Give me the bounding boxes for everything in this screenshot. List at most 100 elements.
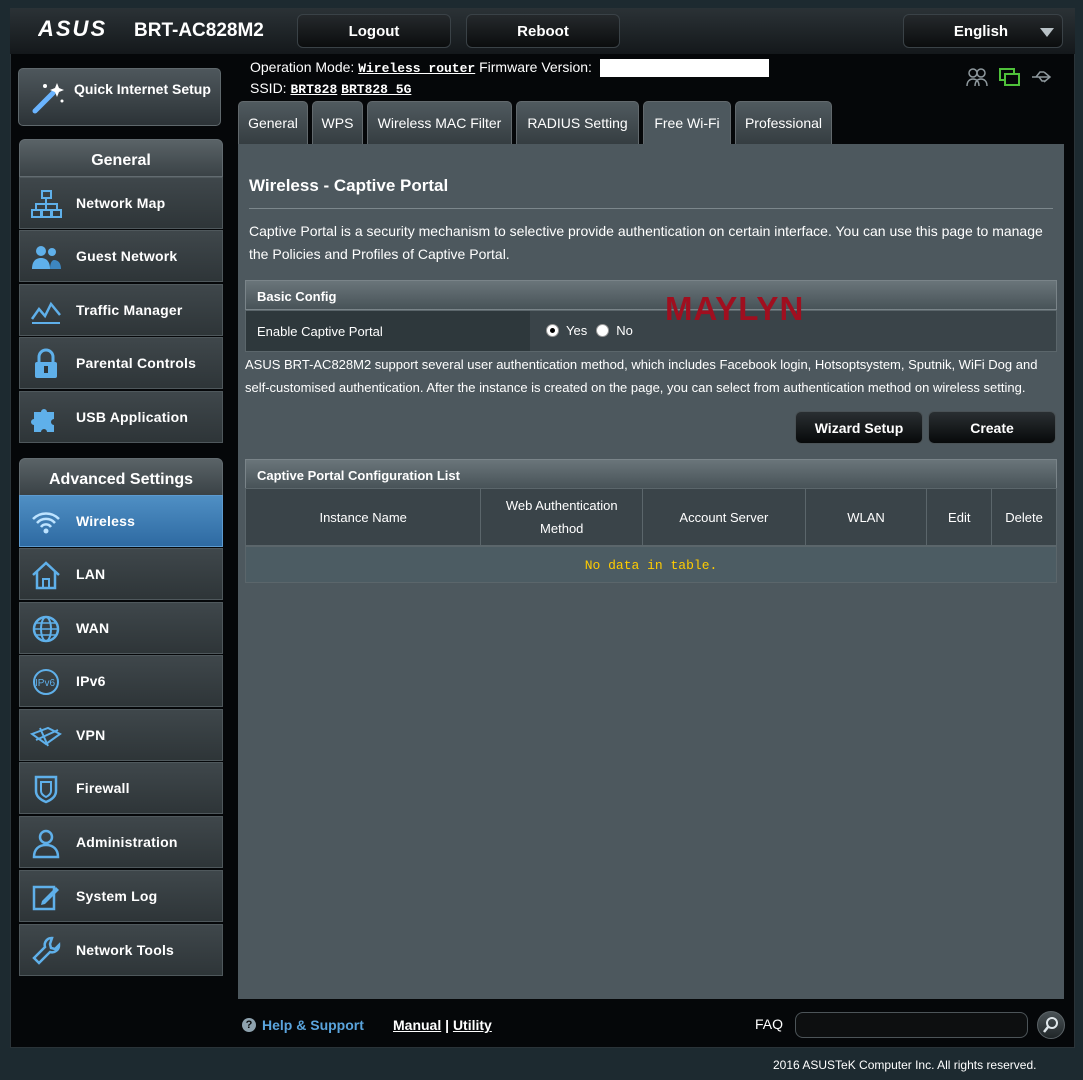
- sidebar-item-system-log[interactable]: System Log: [19, 870, 223, 922]
- enable-captive-portal-radios: Yes No: [546, 323, 633, 338]
- sidebar-item-label: Network Tools: [76, 942, 175, 958]
- column-header: Edit: [927, 489, 993, 545]
- faq-label: FAQ: [755, 1016, 784, 1032]
- tab-general[interactable]: General: [238, 101, 308, 144]
- faq-search-input[interactable]: [795, 1012, 1028, 1038]
- column-header: Account Server: [643, 489, 806, 545]
- tab-professional[interactable]: Professional: [735, 101, 832, 144]
- svg-text:IPv6: IPv6: [35, 678, 55, 689]
- operation-mode-label: Operation Mode:: [250, 59, 355, 75]
- asus-logo: ASUS: [38, 18, 107, 40]
- shield-icon: [34, 775, 58, 804]
- globe-icon: [32, 615, 60, 643]
- log-edit-icon: [32, 885, 59, 911]
- home-icon: [32, 561, 60, 590]
- sidebar-item-administration[interactable]: Administration: [19, 816, 223, 868]
- yes-radio[interactable]: [546, 324, 559, 337]
- authentication-note: ASUS BRT-AC828M2 support several user au…: [245, 357, 1038, 395]
- no-radio[interactable]: [596, 324, 610, 337]
- language-select[interactable]: English: [903, 14, 1063, 48]
- utility-link[interactable]: Utility: [453, 1017, 492, 1033]
- status-icons: [966, 66, 1052, 88]
- vpn-icon: [30, 726, 62, 747]
- help-icon: ?: [242, 1018, 256, 1032]
- traffic-manager-icon: [30, 301, 61, 324]
- network-map-icon: [31, 190, 62, 218]
- quick-internet-setup-label: Quick Internet Setup: [74, 81, 211, 97]
- sidebar-item-ipv6[interactable]: IPv6 IPv6: [19, 655, 223, 707]
- no-radio-label: No: [616, 323, 633, 338]
- tab-wps[interactable]: WPS: [312, 101, 363, 144]
- chevron-down-icon: [1040, 28, 1054, 37]
- column-header: Delete: [1005, 509, 1043, 525]
- basic-config-header: Basic Config: [245, 280, 1057, 310]
- tab-free-wifi[interactable]: Free Wi-Fi: [643, 101, 731, 144]
- title-divider: [249, 208, 1053, 209]
- sidebar-item-usb-application[interactable]: USB Application: [19, 391, 223, 443]
- sidebar-item-vpn[interactable]: VPN: [19, 709, 223, 761]
- configuration-list-header: Captive Portal Configuration List: [245, 459, 1057, 489]
- sidebar-item-lan[interactable]: LAN: [19, 548, 223, 600]
- internet-status-icon[interactable]: [998, 66, 1020, 88]
- configuration-list-columns: Instance Name Web Authentication Method …: [245, 488, 1057, 546]
- sidebar-item-label: IPv6: [76, 673, 106, 689]
- manual-link[interactable]: Manual: [393, 1017, 441, 1033]
- enable-captive-portal-label: Enable Captive Portal: [246, 311, 530, 351]
- sidebar-item-guest-network[interactable]: Guest Network: [19, 230, 223, 282]
- magic-wand-icon: [32, 83, 64, 114]
- operation-mode-line: Operation Mode: Wireless router Firmware…: [250, 59, 769, 78]
- firmware-version-value[interactable]: [599, 59, 769, 78]
- tab-radius-setting[interactable]: RADIUS Setting: [516, 101, 639, 144]
- wizard-setup-button[interactable]: Wizard Setup: [795, 411, 923, 444]
- usb-status-icon[interactable]: [1030, 66, 1052, 88]
- sidebar-item-label: System Log: [76, 888, 158, 904]
- help-support-label: Help & Support: [262, 1017, 364, 1033]
- sidebar-item-label: VPN: [76, 727, 106, 743]
- sidebar-item-wireless[interactable]: Wireless: [19, 495, 223, 547]
- ssid-label: SSID:: [250, 80, 287, 96]
- firmware-label: Firmware Version:: [479, 59, 592, 75]
- ssid-line: SSID: BRT828 BRT828_5G: [250, 80, 411, 97]
- admin-user-icon: [32, 829, 60, 859]
- ssid-link-1[interactable]: BRT828: [290, 82, 337, 97]
- create-button[interactable]: Create: [928, 411, 1056, 444]
- sidebar-item-network-tools[interactable]: Network Tools: [19, 924, 223, 976]
- quick-internet-setup-button[interactable]: Quick Internet Setup: [18, 68, 221, 126]
- sidebar-item-label: Firewall: [76, 780, 130, 796]
- faq-search-button[interactable]: [1037, 1011, 1065, 1039]
- sidebar-item-firewall[interactable]: Firewall: [19, 762, 223, 814]
- sidebar-item-label: LAN: [76, 566, 106, 582]
- ssid-link-2[interactable]: BRT828_5G: [341, 82, 411, 97]
- sidebar-item-label: Parental Controls: [76, 355, 197, 371]
- sidebar-item-label: Guest Network: [76, 248, 178, 264]
- sidebar-item-label: Administration: [76, 834, 178, 850]
- puzzle-icon: [31, 409, 54, 432]
- footer-links: Manual | Utility: [393, 1017, 492, 1033]
- sidebar-item-network-map[interactable]: Network Map: [19, 177, 223, 229]
- sidebar-item-label: Wireless: [76, 513, 136, 529]
- help-support-link[interactable]: ? Help & Support: [242, 1017, 364, 1033]
- sidebar-item-wan[interactable]: WAN: [19, 602, 223, 654]
- language-value: English: [953, 23, 1009, 40]
- svg-text:ASUS: ASUS: [38, 18, 107, 40]
- page-description: Captive Portal is a security mechanism t…: [249, 223, 1043, 262]
- reboot-button[interactable]: Reboot: [466, 14, 620, 48]
- column-header: WLAN: [806, 489, 928, 545]
- column-header: Instance Name: [246, 489, 482, 545]
- enable-captive-portal-row: Enable Captive Portal Yes No: [245, 310, 1057, 352]
- sidebar-item-label: WAN: [76, 620, 110, 636]
- sidebar-item-traffic-manager[interactable]: Traffic Manager: [19, 284, 223, 336]
- tab-wireless-mac-filter[interactable]: Wireless MAC Filter: [367, 101, 512, 144]
- page-title: Wireless - Captive Portal: [249, 176, 449, 195]
- sidebar-item-parental-controls[interactable]: Parental Controls: [19, 337, 223, 389]
- operation-mode-link[interactable]: Wireless router: [358, 61, 475, 76]
- logout-button[interactable]: Logout: [297, 14, 451, 48]
- wifi-icon: [32, 512, 60, 534]
- link-separator: |: [445, 1017, 450, 1033]
- clients-status-icon[interactable]: [966, 66, 988, 88]
- column-header: Web Authentication Method: [481, 489, 644, 545]
- search-icon: [1043, 1017, 1058, 1033]
- advanced-settings-section-header: Advanced Settings: [19, 458, 223, 496]
- model-name: BRT-AC828M2: [134, 20, 264, 41]
- lock-icon: [35, 348, 57, 378]
